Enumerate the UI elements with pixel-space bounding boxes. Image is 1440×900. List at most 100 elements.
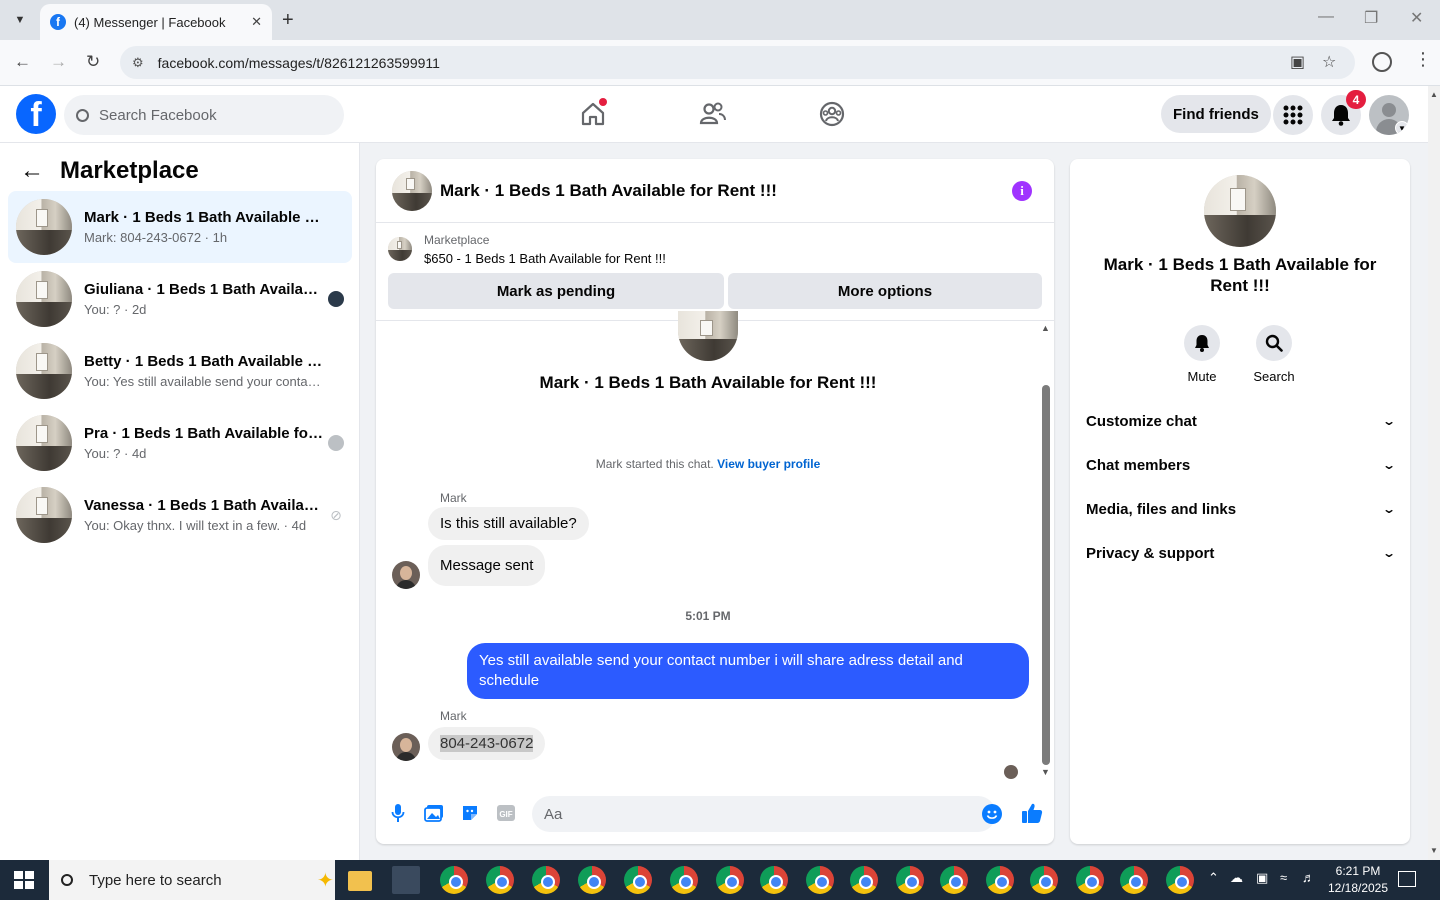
chat-members-section[interactable]: Chat members ⌄ [1086, 453, 1396, 477]
chrome-icon[interactable] [896, 866, 924, 894]
message-input[interactable] [544, 805, 944, 823]
browser-toolbar: ← → ↻ ⚙ facebook.com/messages/t/82612126… [0, 40, 1440, 86]
find-friends-button[interactable]: Find friends [1161, 95, 1271, 133]
incoming-message[interactable]: Is this still available? [428, 507, 589, 540]
chrome-icon[interactable] [850, 866, 878, 894]
chrome-icon[interactable] [1120, 866, 1148, 894]
page-scrollbar[interactable]: ▲ ▼ [1428, 86, 1440, 860]
mute-action[interactable]: Mute [1172, 325, 1232, 384]
chat-scroll-down-icon[interactable]: ▼ [1041, 767, 1050, 777]
home-icon[interactable] [579, 98, 607, 128]
marketplace-label: Marketplace [424, 233, 490, 247]
chat-scrollbar[interactable]: ▲ ▼ [1040, 321, 1052, 779]
listing-title-price[interactable]: $650 - 1 Beds 1 Bath Available for Rent … [424, 251, 666, 266]
mute-bell-icon[interactable] [1184, 325, 1220, 361]
site-info-icon[interactable]: ⚙ [132, 55, 144, 71]
chrome-icon[interactable] [486, 866, 514, 894]
chat-scroll-thumb[interactable] [1042, 385, 1050, 765]
conversation-item[interactable]: Giuliana · 1 Beds 1 Bath Availabl... You… [8, 263, 352, 335]
chrome-icon[interactable] [940, 866, 968, 894]
scroll-down-arrow-icon[interactable]: ▼ [1430, 846, 1438, 855]
menu-grid-icon[interactable] [1273, 95, 1313, 135]
scroll-up-arrow-icon[interactable]: ▲ [1430, 90, 1438, 99]
volume-icon[interactable]: ♬ [1302, 870, 1315, 885]
install-app-icon[interactable]: ▣ [1290, 52, 1305, 72]
windows-taskbar: Type here to search ✦ ⌃ ☁ ▣ ≈ ♬ 6:21 PM … [0, 860, 1440, 900]
list-header: ← Marketplace [20, 157, 199, 185]
forward-icon[interactable]: → [50, 52, 67, 72]
chrome-icon[interactable] [440, 866, 468, 894]
friends-icon[interactable] [699, 100, 727, 128]
facebook-logo-icon[interactable]: f [16, 94, 56, 134]
sticker-icon[interactable] [460, 803, 480, 823]
tab-list-button[interactable]: ▼ [8, 8, 32, 32]
browser-profile-icon[interactable] [1372, 52, 1392, 72]
conversation-item[interactable]: Mark · 1 Beds 1 Bath Available for ... M… [8, 191, 352, 263]
address-bar[interactable]: ⚙ facebook.com/messages/t/82612126359991… [120, 46, 1355, 79]
message-input-wrapper[interactable] [532, 796, 996, 832]
facebook-search[interactable] [64, 95, 344, 135]
show-hidden-icons-chevron-icon[interactable]: ⌃ [1208, 870, 1219, 886]
incoming-message[interactable]: Message sent [428, 545, 546, 586]
sender-avatar[interactable] [392, 733, 420, 761]
gif-icon[interactable]: GIF [496, 803, 516, 823]
minimize-icon[interactable]: — [1318, 8, 1334, 26]
taskbar-clock[interactable]: 6:21 PM 12/18/2025 [1318, 863, 1398, 897]
chrome-icon[interactable] [760, 866, 788, 894]
back-icon[interactable]: ← [14, 52, 31, 72]
search-icon[interactable] [1256, 325, 1292, 361]
chrome-icon[interactable] [670, 866, 698, 894]
customize-chat-section[interactable]: Customize chat ⌄ [1086, 409, 1396, 433]
back-arrow-icon[interactable]: ← [20, 157, 44, 185]
taskbar-search[interactable]: Type here to search ✦ [49, 860, 335, 900]
chrome-icon[interactable] [532, 866, 560, 894]
browser-menu-icon[interactable]: ⋮ [1414, 49, 1432, 70]
privacy-support-section[interactable]: Privacy & support ⌄ [1086, 541, 1396, 565]
info-icon[interactable]: i [1012, 181, 1032, 201]
chat-title[interactable]: Mark · 1 Beds 1 Bath Available for Rent … [440, 181, 777, 201]
browser-tab-messenger[interactable]: f (4) Messenger | Facebook ✕ [40, 4, 272, 40]
chrome-icon[interactable] [986, 866, 1014, 894]
new-tab-button[interactable]: + [282, 9, 294, 32]
mark-as-pending-button[interactable]: Mark as pending [388, 273, 724, 309]
sender-avatar[interactable] [392, 561, 420, 589]
chrome-icon[interactable] [716, 866, 744, 894]
details-listing-thumbnail [1204, 175, 1276, 247]
incoming-message[interactable]: 804-243-0672 [428, 727, 546, 760]
chrome-icon[interactable] [806, 866, 834, 894]
pinned-app-icon[interactable] [392, 866, 420, 894]
wifi-icon[interactable]: ≈ [1280, 870, 1287, 885]
search-in-chat-action[interactable]: Search [1244, 325, 1304, 384]
windows-start-icon[interactable] [14, 871, 34, 889]
chat-listing-thumbnail[interactable] [392, 170, 432, 211]
view-buyer-profile-link[interactable]: View buyer profile [717, 457, 820, 471]
conversation-item[interactable]: Vanessa · 1 Beds 1 Bath Available... You… [8, 479, 352, 551]
chrome-icon[interactable] [1076, 866, 1104, 894]
bookmark-star-icon[interactable]: ☆ [1322, 52, 1336, 72]
conversation-item[interactable]: Pra · 1 Beds 1 Bath Available for ... Yo… [8, 407, 352, 479]
more-options-button[interactable]: More options [728, 273, 1042, 309]
close-window-icon[interactable]: ✕ [1410, 8, 1423, 28]
photo-icon[interactable] [424, 803, 444, 823]
chrome-icon[interactable] [624, 866, 652, 894]
emoji-icon[interactable] [982, 804, 1002, 824]
chrome-icon[interactable] [1030, 866, 1058, 894]
conversation-item[interactable]: Betty · 1 Beds 1 Bath Available for ... … [8, 335, 352, 407]
close-tab-icon[interactable]: ✕ [251, 14, 262, 30]
onedrive-cloud-icon[interactable]: ☁ [1230, 870, 1243, 886]
chrome-icon[interactable] [1166, 866, 1194, 894]
thumbs-up-icon[interactable] [1020, 801, 1044, 825]
chat-scroll-up-icon[interactable]: ▲ [1041, 323, 1050, 333]
outgoing-message[interactable]: Yes still available send your contact nu… [467, 643, 1029, 699]
facebook-search-input[interactable] [99, 106, 319, 124]
account-avatar[interactable]: ▼ [1369, 95, 1409, 135]
chrome-icon[interactable] [578, 866, 606, 894]
file-explorer-icon[interactable] [348, 871, 372, 891]
reload-icon[interactable]: ↻ [86, 52, 100, 72]
microphone-icon[interactable] [388, 803, 408, 823]
notification-center-icon[interactable] [1398, 871, 1416, 887]
groups-icon[interactable] [818, 100, 846, 128]
meet-now-icon[interactable]: ▣ [1256, 870, 1268, 886]
restore-icon[interactable]: ❐ [1364, 8, 1378, 28]
media-files-links-section[interactable]: Media, files and links ⌄ [1086, 497, 1396, 521]
